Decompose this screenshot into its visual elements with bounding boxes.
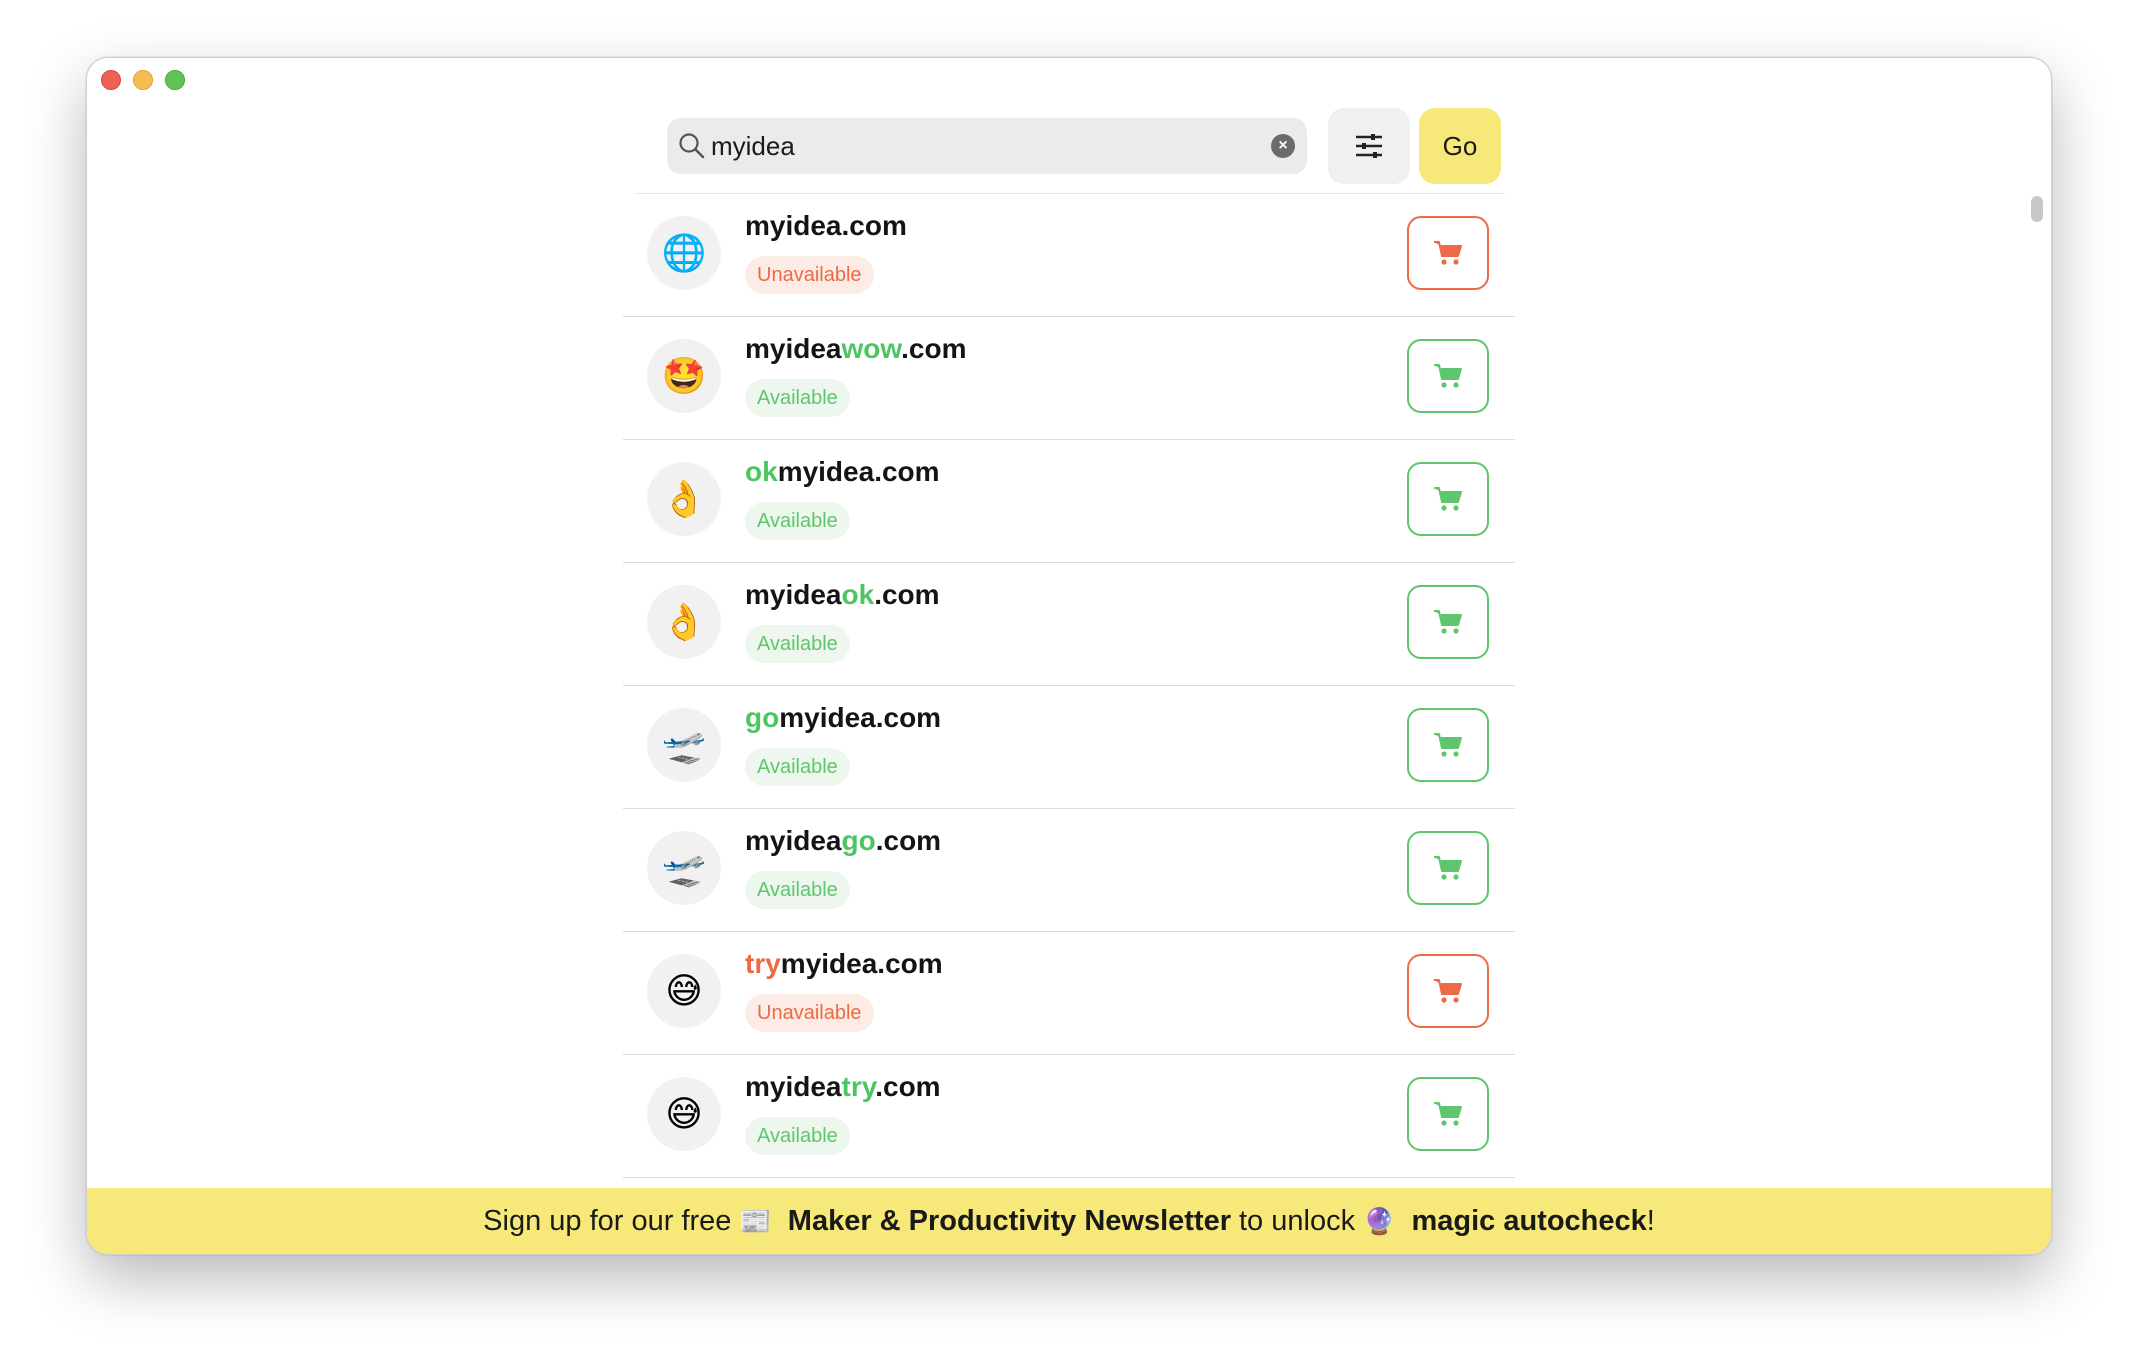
domain-row[interactable]: 👌 okmyidea.com Available bbox=[623, 440, 1515, 563]
domain-suffix: go bbox=[841, 825, 876, 856]
domain-base: myidea bbox=[780, 948, 878, 979]
go-button[interactable]: Go bbox=[1419, 108, 1501, 184]
filter-icon bbox=[1356, 134, 1382, 158]
cart-icon bbox=[1434, 241, 1462, 265]
status-badge: Unavailable bbox=[745, 994, 874, 1032]
maximize-window-button[interactable] bbox=[165, 70, 185, 90]
crystal-ball-icon: 🔮 bbox=[1363, 1205, 1396, 1236]
banner-text-2: to unlock bbox=[1239, 1204, 1356, 1237]
domain-prefix: try bbox=[745, 948, 781, 979]
domain-tld: .com bbox=[874, 579, 940, 610]
search-icon bbox=[679, 133, 705, 159]
newsletter-banner[interactable]: Sign up for our free 📰 Maker & Productiv… bbox=[87, 1188, 2051, 1254]
domain-base: myidea bbox=[745, 1071, 842, 1102]
domain-emoji-icon: 👌 bbox=[647, 585, 721, 659]
domain-emoji-icon: 😅 bbox=[647, 1077, 721, 1151]
domain-suffix: ok bbox=[841, 579, 875, 610]
domain-tld: .com bbox=[875, 1071, 941, 1102]
domain-emoji-icon: 🛫 bbox=[647, 831, 721, 905]
status-badge: Available bbox=[745, 748, 850, 786]
minimize-window-button[interactable] bbox=[133, 70, 153, 90]
banner-text-1: Sign up for our free bbox=[483, 1204, 732, 1237]
banner-text-3: ! bbox=[1646, 1204, 1655, 1237]
banner-feature-name: magic autocheck bbox=[1411, 1204, 1647, 1237]
cart-icon bbox=[1434, 1102, 1462, 1126]
domain-prefix: ok bbox=[745, 456, 778, 487]
status-badge: Available bbox=[745, 871, 850, 909]
add-to-cart-button[interactable] bbox=[1407, 708, 1489, 782]
search-input[interactable] bbox=[711, 118, 1251, 174]
clear-icon[interactable]: × bbox=[1271, 134, 1295, 158]
domain-suffix: try bbox=[841, 1071, 876, 1102]
domain-suffix: wow bbox=[841, 333, 902, 364]
domain-row[interactable]: 😅 trymyidea.com Unavailable bbox=[623, 932, 1515, 1055]
domain-row[interactable]: 🌐 myidea.com Unavailable bbox=[623, 194, 1515, 317]
domain-emoji-icon: 😅 bbox=[647, 954, 721, 1028]
results-list: 🌐 myidea.com Unavailable 🤩 myideawow.com… bbox=[623, 194, 1515, 1178]
domain-name: myidea.com bbox=[745, 210, 907, 242]
domain-base: myidea bbox=[745, 333, 842, 364]
cart-icon bbox=[1434, 487, 1462, 511]
domain-name: myideatry.com bbox=[745, 1071, 941, 1103]
cart-icon bbox=[1434, 364, 1462, 388]
domain-row[interactable]: 🤩 myideawow.com Available bbox=[623, 317, 1515, 440]
status-badge: Available bbox=[745, 1117, 850, 1155]
window-controls bbox=[101, 70, 185, 90]
domain-base: myidea bbox=[745, 579, 842, 610]
status-badge: Unavailable bbox=[745, 256, 874, 294]
newspaper-icon: 📰 bbox=[739, 1205, 772, 1236]
search-field[interactable]: × bbox=[667, 118, 1307, 174]
add-to-cart-button[interactable] bbox=[1407, 216, 1489, 290]
domain-row[interactable]: 👌 myideaok.com Available bbox=[623, 563, 1515, 686]
domain-tld: .com bbox=[874, 456, 940, 487]
status-badge: Available bbox=[745, 502, 850, 540]
domain-emoji-icon: 🛫 bbox=[647, 708, 721, 782]
domain-tld: .com bbox=[841, 210, 907, 241]
filter-button[interactable] bbox=[1328, 108, 1410, 184]
domain-tld: .com bbox=[875, 702, 942, 733]
domain-name: myideaok.com bbox=[745, 579, 940, 611]
domain-emoji-icon: 👌 bbox=[647, 462, 721, 536]
cart-icon bbox=[1434, 979, 1462, 1003]
add-to-cart-button[interactable] bbox=[1407, 339, 1489, 413]
status-badge: Available bbox=[745, 379, 850, 417]
domain-tld: .com bbox=[901, 333, 967, 364]
domain-tld: .com bbox=[875, 825, 942, 856]
cart-icon bbox=[1434, 856, 1462, 880]
cart-icon bbox=[1434, 610, 1462, 634]
domain-row[interactable]: 🛫 gomyidea.com Available bbox=[623, 686, 1515, 809]
cart-icon bbox=[1434, 733, 1462, 757]
domain-base: myidea bbox=[779, 702, 876, 733]
domain-row[interactable]: 😅 myideatry.com Available bbox=[623, 1055, 1515, 1178]
domain-emoji-icon: 🤩 bbox=[647, 339, 721, 413]
domain-name: gomyidea.com bbox=[745, 702, 941, 734]
scrollbar-thumb[interactable] bbox=[2031, 196, 2043, 222]
domain-tld: .com bbox=[877, 948, 943, 979]
domain-prefix: go bbox=[745, 702, 780, 733]
domain-name: myideawow.com bbox=[745, 333, 966, 365]
add-to-cart-button[interactable] bbox=[1407, 954, 1489, 1028]
add-to-cart-button[interactable] bbox=[1407, 831, 1489, 905]
add-to-cart-button[interactable] bbox=[1407, 585, 1489, 659]
domain-name: myideago.com bbox=[745, 825, 941, 857]
domain-row[interactable]: 🛫 myideago.com Available bbox=[623, 809, 1515, 932]
add-to-cart-button[interactable] bbox=[1407, 462, 1489, 536]
domain-base: myidea bbox=[777, 456, 875, 487]
close-window-button[interactable] bbox=[101, 70, 121, 90]
domain-name: okmyidea.com bbox=[745, 456, 940, 488]
app-window: × Go 🌐 myidea.com Unavailable bbox=[86, 57, 2052, 1255]
search-toolbar: × Go bbox=[653, 108, 1503, 188]
domain-base: myidea bbox=[745, 825, 842, 856]
banner-newsletter-name[interactable]: Maker & Productivity Newsletter bbox=[788, 1205, 1231, 1238]
domain-emoji-icon: 🌐 bbox=[647, 216, 721, 290]
domain-name: trymyidea.com bbox=[745, 948, 943, 980]
domain-base: myidea bbox=[745, 210, 842, 241]
add-to-cart-button[interactable] bbox=[1407, 1077, 1489, 1151]
status-badge: Available bbox=[745, 625, 850, 663]
